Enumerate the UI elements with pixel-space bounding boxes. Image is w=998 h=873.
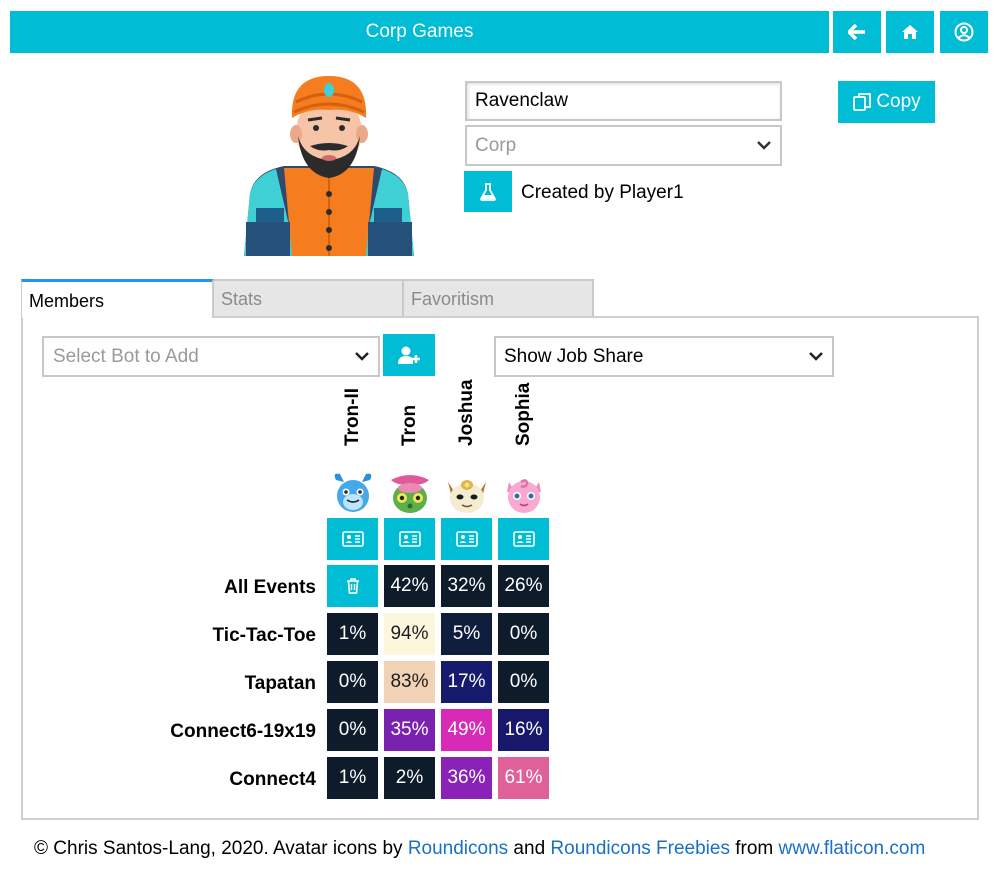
share-cell: 2% [384, 757, 435, 799]
tab-members[interactable]: Members [21, 279, 213, 318]
copy-icon [853, 93, 872, 111]
roundicons-link[interactable]: Roundicons [408, 838, 508, 859]
footer-and: and [508, 838, 551, 859]
add-bot-button[interactable] [383, 334, 435, 376]
footer-credits: © Chris Santos-Lang, 2020. Avatar icons … [34, 838, 925, 860]
share-cell: 35% [384, 709, 435, 751]
app-title-bar: Corp Games [10, 11, 829, 53]
share-cell: 42% [384, 565, 435, 607]
share-cell: 0% [327, 661, 378, 703]
job-share-value: Show Job Share [504, 345, 644, 367]
job-share-dropdown[interactable]: Show Job Share [494, 336, 834, 377]
select-bot-placeholder: Select Bot to Add [53, 345, 199, 367]
share-cell: 5% [441, 613, 492, 655]
bot-name: Sophia [512, 382, 534, 446]
share-cell: 1% [327, 757, 378, 799]
bot-profile-button[interactable] [384, 518, 435, 560]
id-card-icon [512, 531, 535, 547]
copy-button[interactable]: Copy [838, 81, 935, 123]
back-button[interactable] [833, 11, 881, 53]
footer-prefix: © Chris Santos-Lang, 2020. Avatar icons … [34, 838, 408, 859]
select-bot-dropdown[interactable]: Select Bot to Add [42, 336, 380, 377]
tab-label: Members [29, 291, 105, 311]
test-corp-button[interactable] [464, 171, 512, 212]
bot-avatar [384, 470, 435, 516]
user-circle-icon [954, 22, 974, 42]
corp-type-value: Corp [475, 134, 517, 156]
trash-icon [346, 578, 359, 594]
bot-column-header: Joshua [441, 379, 492, 468]
id-card-icon [398, 531, 421, 547]
share-cell: 83% [384, 661, 435, 703]
flask-icon [480, 182, 496, 201]
share-cell: 32% [441, 565, 492, 607]
bot-avatar [498, 470, 549, 516]
row-label-tic-tac-toe: Tic-Tac-Toe [212, 625, 316, 646]
row-label-all-events: All Events [224, 577, 316, 598]
share-cell: 0% [498, 613, 549, 655]
blue-monster-avatar-icon [334, 473, 371, 512]
arrow-left-icon [848, 24, 865, 40]
share-cell: 1% [327, 613, 378, 655]
bot-column-header: Tron-II [327, 388, 378, 468]
share-cell: 0% [498, 661, 549, 703]
corp-avatar[interactable] [240, 72, 418, 258]
home-button[interactable] [886, 11, 934, 53]
share-cell: 16% [498, 709, 549, 751]
id-card-icon [455, 531, 478, 547]
chevron-down-icon [355, 352, 369, 361]
row-label-tapatan: Tapatan [244, 673, 316, 694]
green-bug-avatar-icon [390, 475, 429, 513]
app-title: Corp Games [365, 21, 474, 42]
share-cell: 17% [441, 661, 492, 703]
corp-type-select[interactable]: Corp [465, 125, 782, 166]
flaticon-link[interactable]: www.flaticon.com [779, 838, 926, 859]
copy-label: Copy [876, 91, 921, 112]
id-card-icon [341, 531, 364, 547]
turban-man-avatar-icon [244, 76, 414, 256]
share-cell: 36% [441, 757, 492, 799]
cat-avatar-icon [447, 480, 486, 513]
share-cell: 61% [498, 757, 549, 799]
add-user-icon [398, 346, 420, 364]
chevron-down-icon [809, 352, 823, 361]
tab-label: Favoritism [411, 289, 495, 309]
bot-profile-button[interactable] [441, 518, 492, 560]
share-cell: 94% [384, 613, 435, 655]
bot-profile-button[interactable] [498, 518, 549, 560]
pink-puff-avatar-icon [506, 479, 541, 513]
created-by-text: Created by Player1 [521, 182, 684, 203]
bot-name: Tron [398, 404, 420, 446]
tab-favoritism[interactable]: Favoritism [402, 279, 594, 317]
account-button[interactable] [940, 11, 988, 53]
footer-from: from [729, 838, 779, 859]
share-cell: 49% [441, 709, 492, 751]
delete-bot-button[interactable] [327, 565, 378, 607]
bot-avatar [441, 470, 492, 516]
corp-name-input[interactable] [465, 81, 782, 121]
bot-name: Joshua [455, 379, 477, 446]
chevron-down-icon [757, 141, 771, 150]
bot-name: Tron-II [341, 387, 363, 446]
bot-column-header: Tron [384, 400, 435, 468]
share-cell: 0% [327, 709, 378, 751]
share-cell: 26% [498, 565, 549, 607]
tab-stats[interactable]: Stats [212, 279, 404, 317]
roundicons-freebies-link[interactable]: Roundicons Freebies [550, 838, 730, 859]
home-icon [902, 25, 918, 39]
bot-avatar [327, 470, 378, 516]
row-label-connect6: Connect6-19x19 [170, 721, 316, 742]
bot-column-header: Sophia [498, 383, 549, 468]
bot-profile-button[interactable] [327, 518, 378, 560]
row-label-connect4: Connect4 [229, 769, 316, 790]
tab-label: Stats [221, 289, 263, 309]
